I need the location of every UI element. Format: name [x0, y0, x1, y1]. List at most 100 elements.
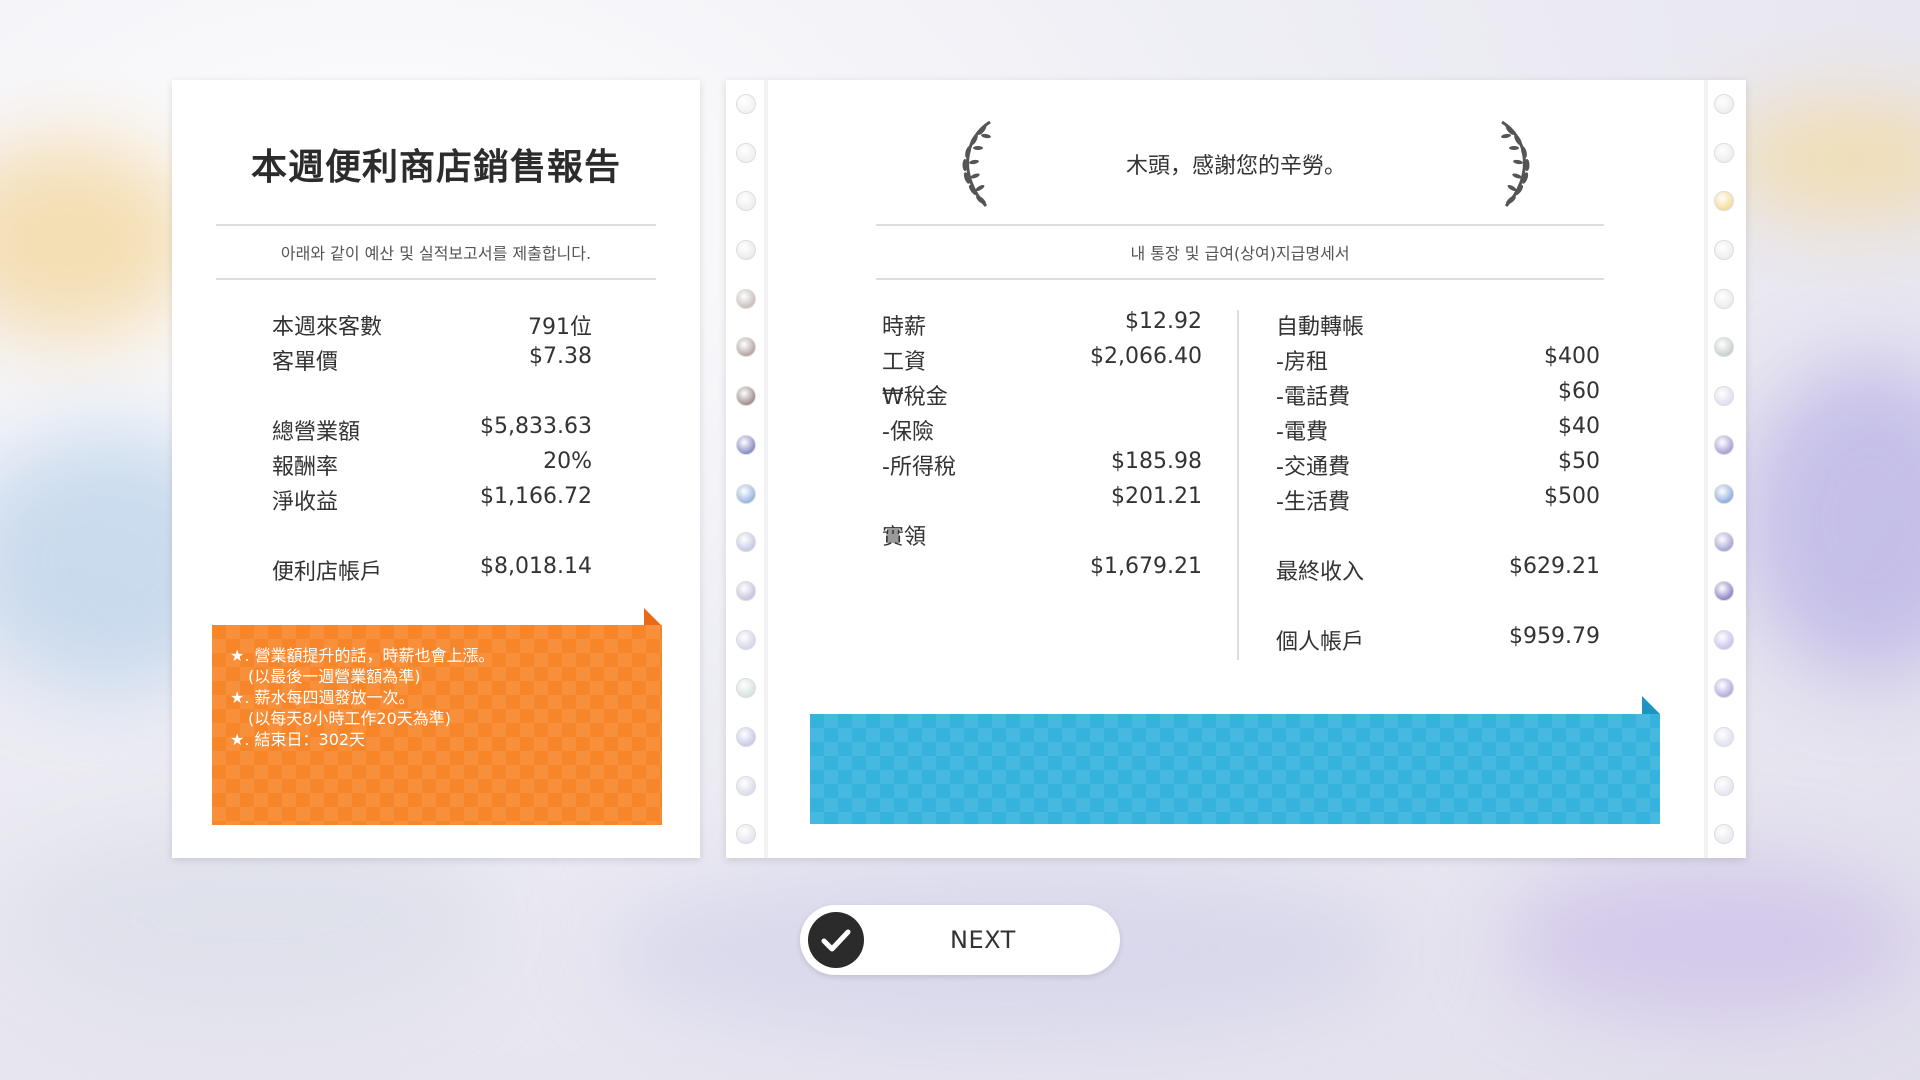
note-line: (以最後一週營業額為準): [248, 667, 421, 686]
pay-row: 工資 $2,066.40: [882, 344, 1202, 376]
band-corner-fold: [1642, 696, 1660, 714]
report-row-label: 報酬率: [272, 455, 339, 480]
report-row-label: 客單價: [272, 350, 339, 375]
binder-hole: [1714, 94, 1734, 114]
binder-hole: [1714, 580, 1734, 601]
binder-hole: [736, 678, 756, 699]
binder-holes-right: [1714, 94, 1736, 873]
note-line: ★. 結束日：302天: [230, 730, 366, 749]
binder-hole: [736, 726, 756, 747]
report-row-value: $8,018.14: [480, 554, 592, 579]
binder-hole: [1714, 629, 1734, 650]
pay-row-label: 工資: [882, 350, 927, 375]
check-circle-icon: [808, 912, 864, 968]
report-row: 便利店帳戶 $8,018.14: [272, 554, 592, 586]
binder-hole: [1714, 532, 1734, 553]
transfer-row: 個人帳戶 $959.79: [1276, 624, 1600, 656]
note-line: ★. 薪水每四週發放一次。: [230, 688, 415, 707]
pay-row: -所得稅 $185.98: [882, 449, 1202, 481]
pay-row-label: 實領: [882, 525, 927, 550]
transfer-row-label: -生活費: [1276, 490, 1350, 515]
binder-hole: [736, 483, 756, 504]
note-line: ★. 營業額提升的話，時薪也會上漲。: [230, 646, 495, 665]
transfer-row: 自動轉帳: [1276, 309, 1600, 341]
pay-row: 時薪 $12.92: [882, 309, 1202, 341]
binder-hole: [736, 434, 756, 455]
pay-row-value: $12.92: [1125, 309, 1202, 334]
pay-row: $201.21: [882, 484, 1202, 509]
transfer-row-value: $959.79: [1509, 624, 1600, 649]
report-subtitle: 아래와 같이 예산 및 실적보고서를 제출합니다.: [216, 224, 656, 280]
pay-row-value: $2,066.40: [1090, 344, 1202, 369]
report-row: 客單價 $7.38: [272, 344, 592, 376]
transfer-row-value: $400: [1544, 344, 1600, 369]
binder-hole: [1714, 288, 1734, 309]
binder-hole: [736, 191, 756, 212]
transfer-row-value: $500: [1544, 484, 1600, 509]
pay-row-value: $1,679.21: [1090, 554, 1202, 579]
report-row-label: 便利店帳戶: [272, 560, 383, 585]
transfer-row: -生活費 $500: [1276, 484, 1600, 516]
binder-hole: [736, 94, 756, 114]
payslip-subtitle: 내 통장 및 급여(상여)지급명세서: [876, 224, 1604, 280]
binder-hole: [1714, 824, 1734, 845]
transfer-row-label: -電費: [1276, 420, 1328, 445]
next-button-label: NEXT: [950, 926, 1016, 954]
report-row-value: 791位: [528, 315, 592, 340]
report-row-value: 20%: [543, 449, 592, 474]
orange-notes-panel: ★. 營業額提升的話，時薪也會上漲。 (以最後一週營業額為準) ★. 薪水每四週…: [212, 625, 662, 825]
binder-hole: [736, 532, 756, 553]
pay-row: ₩稅金: [882, 379, 1202, 411]
report-row-value: $5,833.63: [480, 414, 592, 439]
binder-hole: [1714, 191, 1734, 212]
report-title: 本週便利商店銷售報告: [250, 147, 621, 188]
pay-row-value: $185.98: [1111, 449, 1202, 474]
transfer-row: 最終收入 $629.21: [1276, 554, 1600, 586]
thanks-message: 木頭，感謝您的辛勞。: [1125, 154, 1346, 179]
note-line: (以每天8小時工作20天為準): [248, 709, 452, 728]
transfer-row: -交通費 $50: [1276, 449, 1600, 481]
transfer-row: -電費 $40: [1276, 414, 1600, 446]
report-row: 報酬率 20%: [272, 449, 592, 481]
transfer-row-label: 自動轉帳: [1276, 315, 1365, 340]
binder-hole: [736, 775, 756, 796]
report-row-value: $1,166.72: [480, 484, 592, 509]
binder-hole: [1714, 386, 1734, 407]
report-row: 淨收益 $1,166.72: [272, 484, 592, 516]
pay-row: 實領: [882, 519, 1202, 551]
pay-row-value: $201.21: [1111, 484, 1202, 509]
binder-hole: [736, 824, 756, 845]
binder-hole: [736, 629, 756, 650]
binder-holes-left: [736, 94, 758, 873]
pay-row-label: -所得稅: [882, 455, 956, 480]
binder-hole: [1714, 240, 1734, 261]
binder-hole: [736, 580, 756, 601]
next-button[interactable]: NEXT: [800, 905, 1120, 975]
transfer-row-label: -房租: [1276, 350, 1328, 375]
report-row-label: 總營業額: [272, 420, 361, 445]
transfer-row-label: -交通費: [1276, 455, 1350, 480]
payslip-card: 木頭，感謝您的辛勞。 내 통장 및 급여(상여)지급명세서 時薪 $12.92 …: [726, 80, 1746, 858]
report-subtitle-text: 아래와 같이 예산 및 실적보고서를 제출합니다.: [280, 244, 592, 263]
blue-info-band: [810, 714, 1660, 824]
transfer-row: -房租 $400: [1276, 344, 1600, 376]
pay-row: -保險: [882, 414, 1202, 446]
pay-row-label: 時薪: [882, 315, 927, 340]
transfer-row-value: $40: [1558, 414, 1600, 439]
binder-hole: [736, 386, 756, 407]
report-row: 總營業額 $5,833.63: [272, 414, 592, 446]
transfer-row-value: $50: [1558, 449, 1600, 474]
binding-strip-left: [764, 80, 768, 858]
binder-hole: [1714, 483, 1734, 504]
binding-strip-right: [1704, 80, 1708, 858]
report-row: 本週來客數 791位: [272, 309, 592, 341]
transfer-row-label: 最終收入: [1276, 560, 1365, 585]
transfer-row-value: $629.21: [1509, 554, 1600, 579]
laurel-right-icon: [1501, 120, 1530, 208]
binder-hole: [1714, 337, 1734, 358]
transfer-row-value: $60: [1558, 379, 1600, 404]
report-row-label: 本週來客數: [272, 315, 383, 340]
report-row-value: $7.38: [529, 344, 592, 369]
binder-hole: [736, 288, 756, 309]
note-corner-fold: [644, 608, 662, 626]
